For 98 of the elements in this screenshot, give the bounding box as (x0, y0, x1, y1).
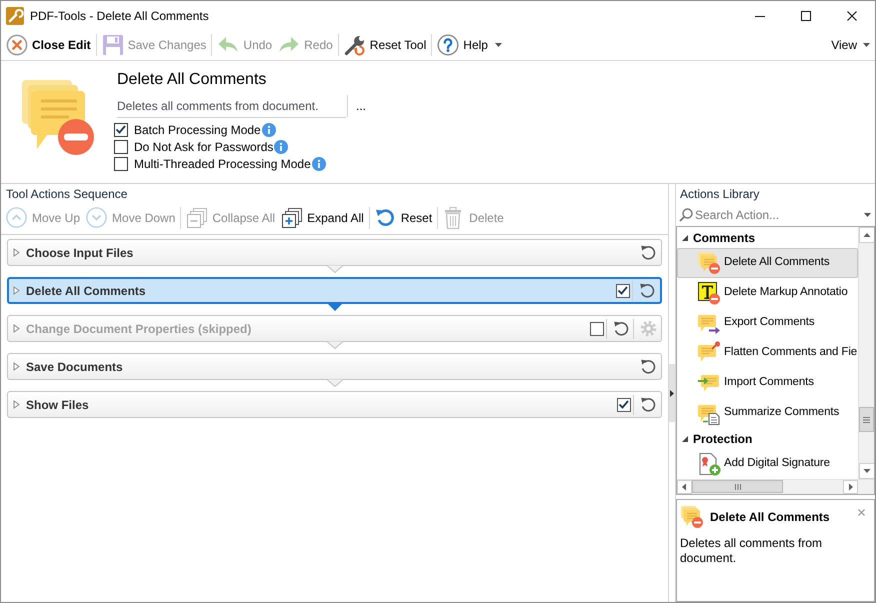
checkbox[interactable] (114, 156, 128, 170)
checkbox-label[interactable]: Batch Processing Mode (134, 120, 261, 138)
save-icon (102, 34, 124, 56)
vertical-scrollbar[interactable] (858, 227, 874, 479)
tree-group-label[interactable]: Protection (693, 430, 752, 448)
circular-arrow-icon (374, 207, 397, 229)
checkmark-icon (618, 399, 630, 410)
reset-icon[interactable] (613, 320, 630, 337)
tool-title: Delete All Comments (117, 70, 268, 90)
action-step[interactable]: Delete All Comments (7, 277, 662, 304)
speech-bubbles-minus-icon (19, 79, 97, 157)
info-icon (274, 140, 288, 154)
info-icon (262, 122, 276, 136)
action-label: Show Files (26, 396, 89, 414)
triangle-right-icon[interactable] (13, 324, 20, 333)
panel-title: Tool Actions Sequence (6, 186, 128, 203)
expand-toggle-icon[interactable] (681, 234, 689, 242)
expand-all-button[interactable]: Expand All (278, 206, 367, 230)
action-label: Delete All Comments (26, 282, 146, 300)
tree-item[interactable]: Delete All Comments (677, 248, 858, 278)
scrollbar-thumb[interactable] (859, 407, 874, 432)
triangle-right-icon[interactable] (13, 248, 20, 257)
checkbox[interactable] (616, 284, 630, 298)
tree-item[interactable]: Export Comments (677, 308, 858, 338)
view-menu[interactable]: View (829, 33, 872, 57)
speech-bubbles-minus-icon (680, 505, 704, 529)
scroll-down-icon[interactable] (859, 463, 874, 479)
info-icon (312, 156, 326, 170)
caret-down-icon[interactable] (864, 213, 871, 217)
checkmark-icon (617, 285, 629, 296)
search-field[interactable]: Search Action... (695, 206, 864, 224)
caret-down-icon (494, 43, 502, 47)
close-icon (847, 10, 857, 20)
app-logo-icon (6, 6, 24, 24)
stacked-squares-minus-icon (186, 207, 208, 229)
reset-icon[interactable] (640, 244, 657, 261)
horizontal-scrollbar[interactable] (677, 479, 874, 494)
speech-bubbles-minus-icon (697, 251, 721, 275)
down-notch-icon (326, 341, 342, 349)
action-label: Change Document Properties (skipped) (26, 320, 252, 338)
window-title: PDF-Tools - Delete All Comments (30, 8, 209, 24)
action-step[interactable]: Choose Input Files (7, 239, 662, 266)
triangle-right-icon[interactable] (13, 286, 20, 295)
splitter-handle[interactable] (669, 364, 675, 422)
stacked-squares-plus-icon (281, 207, 304, 229)
down-chevron-circle-icon (86, 207, 108, 229)
triangle-right-icon[interactable] (13, 400, 20, 409)
x-circle-icon (6, 34, 28, 56)
reset-icon[interactable] (640, 396, 657, 413)
document-ribbon-plus-icon (697, 452, 721, 476)
scroll-up-icon[interactable] (859, 227, 874, 243)
tree-item[interactable]: Import Comments (677, 368, 858, 398)
more-button[interactable]: ... (354, 97, 368, 115)
panel-title: Actions Library (680, 186, 760, 203)
description-field[interactable]: Deletes all comments from document. (117, 94, 346, 118)
close-edit-button[interactable]: Close Edit (3, 32, 94, 58)
tree-item[interactable]: Add Digital Signature (677, 449, 858, 479)
tree-item[interactable]: Delete Markup Annotatio (677, 278, 858, 308)
checkbox-label[interactable]: Do Not Ask for Passwords (134, 138, 274, 156)
checkbox[interactable] (114, 140, 128, 154)
triangle-right-icon[interactable] (13, 362, 20, 371)
scrollbar-thumb[interactable] (692, 480, 783, 493)
action-label: Save Documents (26, 358, 123, 376)
maximize-icon (801, 10, 811, 20)
down-notch-icon (326, 303, 342, 311)
checkbox[interactable] (114, 122, 128, 136)
details-title: Delete All Comments (710, 509, 830, 526)
action-step[interactable]: Save Documents (7, 353, 662, 380)
up-chevron-circle-icon (6, 207, 28, 229)
t-square-minus-icon (697, 281, 721, 305)
close-icon[interactable] (858, 509, 865, 516)
grip-lines-icon (863, 416, 870, 422)
search-icon (679, 208, 693, 222)
checkbox[interactable] (590, 322, 604, 336)
tree-group-label[interactable]: Comments (693, 228, 756, 246)
caret-down-icon (863, 43, 870, 47)
tree-item[interactable]: Summarize Comments (677, 398, 858, 428)
reset-tool-button[interactable]: Reset Tool (340, 32, 430, 58)
down-notch-icon (326, 265, 342, 273)
checkmark-icon (115, 124, 127, 135)
reset-icon[interactable] (639, 282, 656, 299)
action-label: Choose Input Files (26, 244, 134, 262)
tree-item[interactable]: Flatten Comments and Fie (677, 338, 858, 368)
help-icon (437, 34, 460, 56)
reset-button[interactable]: Reset (372, 206, 436, 230)
scroll-left-icon[interactable] (677, 480, 692, 494)
action-step[interactable]: Show Files (7, 391, 662, 418)
details-description: Deletes all comments from document. (680, 536, 824, 566)
right-triangle-icon (670, 390, 674, 396)
grip-lines-icon (734, 484, 740, 490)
checkbox[interactable] (617, 398, 631, 412)
checkbox-label[interactable]: Multi-Threaded Processing Mode (134, 154, 311, 172)
help-button[interactable]: Help (434, 32, 505, 58)
reset-icon[interactable] (640, 358, 657, 375)
wrench-icon (344, 34, 366, 56)
down-notch-icon (326, 379, 342, 387)
expand-toggle-icon[interactable] (681, 434, 689, 442)
scroll-right-icon[interactable] (843, 480, 858, 494)
